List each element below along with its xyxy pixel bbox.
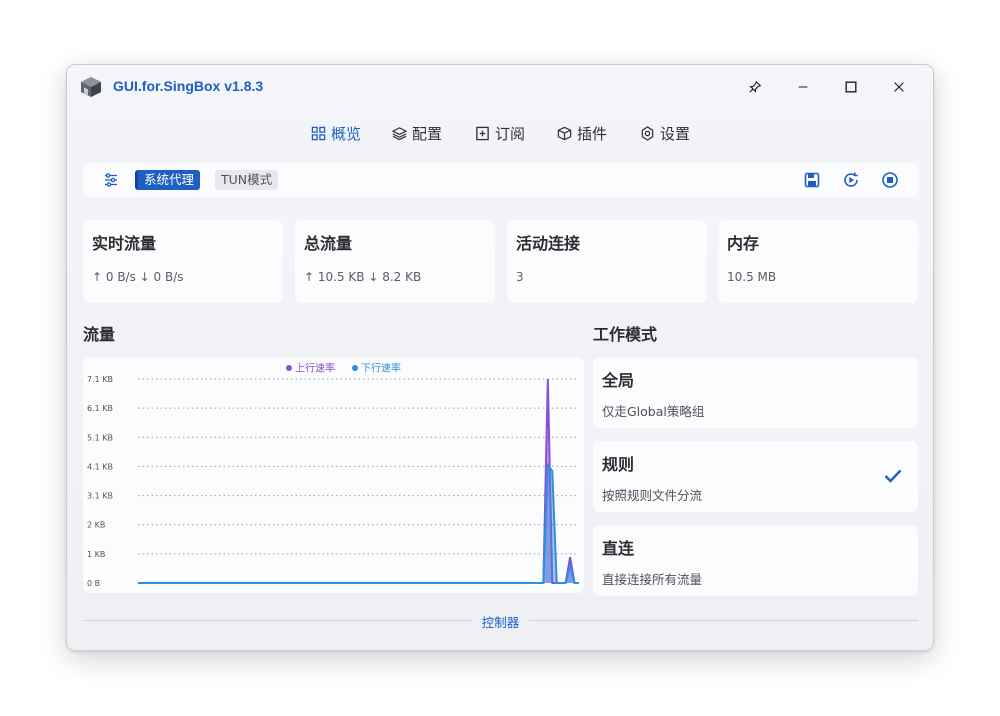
y-tick-label: 1 KB	[87, 550, 105, 559]
traffic-chart-svg: 7.1 KB 6.1 KB 5.1 KB 4.1 KB 3.1 KB 2 KB 1 KB 0 …	[87, 362, 579, 588]
tab-label: 概览	[331, 125, 362, 143]
traffic-section-title: 流量	[83, 325, 116, 344]
stat-title: 活动连接	[516, 234, 581, 253]
tab-label: 设置	[660, 125, 691, 143]
titlebar[interactable]: GUI.for.SingBox v1.8.3	[67, 65, 933, 109]
pin-icon	[749, 80, 762, 93]
mode-desc: 仅走Global策略组	[602, 404, 705, 419]
tab-settings[interactable]: 设置	[640, 123, 690, 144]
restart-icon[interactable]	[842, 171, 860, 189]
legend-label: 下行速率	[361, 362, 401, 375]
series-area	[138, 379, 579, 583]
series-line	[138, 462, 579, 584]
gear-icon	[641, 126, 654, 141]
y-tick-label: 6.1 KB	[87, 404, 113, 413]
app-title: GUI.for.SingBox v1.8.3	[113, 78, 264, 94]
legend-label: 上行速率	[295, 362, 335, 375]
tab-label: 插件	[577, 125, 608, 143]
main-nav: 概览 配置 订阅 插件 设置	[67, 123, 933, 149]
y-tick-label: 4.1 KB	[87, 462, 113, 471]
mode-card-direct[interactable]: 直连 直接连接所有流量	[593, 525, 918, 596]
tab-profiles[interactable]: 配置	[392, 123, 442, 144]
y-tick-label: 7.1 KB	[87, 375, 113, 384]
y-tick-label: 3.1 KB	[87, 492, 113, 501]
legend-marker	[286, 365, 292, 371]
controller-link[interactable]: 控制器	[471, 615, 530, 630]
app-window: GUI.for.SingBox v1.8.3 概览 配置 订阅 插件 设置 系统…	[66, 64, 934, 651]
stat-title: 内存	[727, 234, 760, 253]
mode-desc: 按照规则文件分流	[602, 488, 703, 503]
stat-value: ↑ 10.5 KB ↓ 8.2 KB	[304, 270, 422, 284]
stop-icon[interactable]	[881, 171, 899, 189]
tab-label: 配置	[412, 125, 443, 143]
legend-marker	[352, 365, 358, 371]
cube-icon	[557, 126, 572, 141]
mode-section-title: 工作模式	[593, 325, 658, 344]
pin-button[interactable]	[735, 73, 775, 101]
stat-card-connections[interactable]: 活动连接 3	[507, 220, 707, 303]
tab-label: 订阅	[495, 125, 526, 143]
grid-icon	[311, 126, 326, 141]
mode-desc: 直接连接所有流量	[602, 572, 703, 587]
sliders-icon[interactable]	[103, 172, 119, 188]
layers-icon	[392, 127, 407, 141]
mode-title: 规则	[602, 455, 635, 474]
stat-card-realtime: 实时流量 ↑ 0 B/s ↓ 0 B/s	[83, 220, 283, 303]
stat-card-memory: 内存 10.5 MB	[718, 220, 918, 303]
series-area	[138, 465, 579, 583]
minimize-icon	[798, 86, 808, 88]
mode-card-global[interactable]: 全局 仅走Global策略组	[593, 357, 918, 428]
stat-value: 10.5 MB	[727, 270, 777, 284]
stat-value: ↑ 0 B/s ↓ 0 B/s	[92, 270, 184, 284]
tab-overview[interactable]: 概览	[311, 123, 361, 144]
plus-square-icon	[476, 126, 489, 141]
y-tick-label: 0 B	[87, 579, 100, 588]
maximize-icon	[845, 81, 857, 93]
traffic-chart: 7.1 KB 6.1 KB 5.1 KB 4.1 KB 3.1 KB 2 KB 1 KB 0 …	[83, 357, 584, 593]
mode-title: 直连	[602, 539, 635, 558]
minimize-button[interactable]	[783, 73, 823, 101]
maximize-button[interactable]	[831, 73, 871, 101]
mode-card-rule[interactable]: 规则 按照规则文件分流	[593, 441, 918, 512]
toolbar: 系统代理 TUN模式	[83, 163, 918, 197]
save-icon[interactable]	[803, 171, 821, 189]
stat-title: 实时流量	[92, 234, 157, 253]
close-button[interactable]	[879, 73, 919, 101]
series-line	[138, 378, 579, 584]
stat-value: 3	[516, 270, 524, 284]
check-icon	[884, 469, 902, 483]
footer: 控制器	[83, 611, 918, 630]
y-tick-label: 2 KB	[87, 521, 105, 530]
tun-mode-toggle[interactable]: TUN模式	[215, 170, 279, 190]
y-tick-label: 5.1 KB	[87, 433, 113, 442]
stat-card-total: 总流量 ↑ 10.5 KB ↓ 8.2 KB	[295, 220, 495, 303]
app-logo-icon	[81, 77, 101, 97]
stat-title: 总流量	[304, 234, 353, 253]
system-proxy-toggle[interactable]: 系统代理	[135, 170, 201, 190]
close-icon	[894, 82, 904, 92]
tab-plugins[interactable]: 插件	[557, 123, 607, 144]
tab-subscriptions[interactable]: 订阅	[475, 123, 525, 144]
mode-title: 全局	[602, 371, 635, 390]
